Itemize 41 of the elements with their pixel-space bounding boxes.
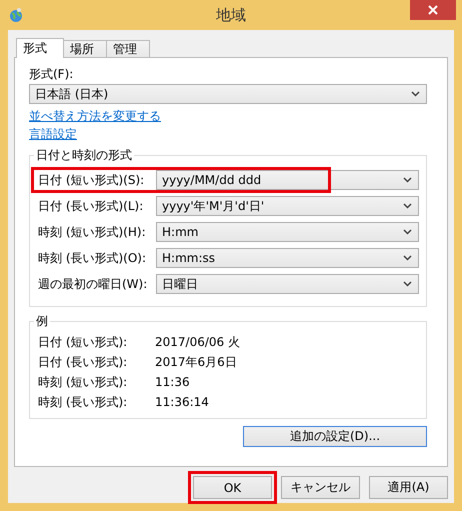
dialog-button[interactable]: キャンセル [281,476,360,499]
example-value: 2017年6月6日 [155,354,237,370]
dialog-button[interactable]: OK [193,476,272,499]
chevron-down-icon [403,255,412,261]
field-label: 時刻 (短い形式)(H): [38,224,147,240]
tab[interactable]: 管理 [106,40,150,57]
group-title: 日付と時刻の形式 [35,147,133,164]
format-dropdown[interactable]: H:mm:ss [156,248,419,268]
example-label: 日付 (長い形式): [38,354,128,370]
window-title: 地域 [216,6,247,24]
chevron-down-icon [411,91,420,97]
example-value: 11:36:14 [155,395,209,409]
format-dropdown[interactable]: yyyy'年'M'月'd'日' [156,196,419,216]
close-button[interactable] [410,0,456,20]
format-dropdown[interactable]: H:mm [156,222,419,242]
example-value: 11:36 [155,375,190,389]
example-value: 2017/06/06 火 [155,334,240,350]
link[interactable]: 並べ替え方法を変更する [29,107,161,125]
example-label: 日付 (短い形式): [38,334,128,350]
group-title: 例 [35,313,49,330]
example-label: 時刻 (短い形式): [38,374,128,390]
globe-icon [8,7,24,23]
chevron-down-icon [403,281,412,287]
close-icon [428,5,438,15]
field-label: 日付 (長い形式)(L): [38,198,144,214]
format-dropdown[interactable]: 日曜日 [156,274,419,294]
example-label: 時刻 (長い形式): [38,394,128,410]
tab[interactable]: 形式 [16,38,64,58]
field-label: 日付 (短い形式)(S): [38,172,146,188]
format-dropdown[interactable]: 日本語 (日本) [29,84,427,104]
field-label: 形式(F): [29,66,74,82]
chevron-down-icon [403,177,412,183]
chevron-down-icon [403,203,412,209]
field-label: 週の最初の曜日(W): [38,276,148,292]
dialog-button[interactable]: 適用(A) [369,476,448,499]
link[interactable]: 言語設定 [29,125,77,143]
format-dropdown[interactable]: yyyy/MM/dd ddd [156,170,419,190]
chevron-down-icon [403,229,412,235]
tab[interactable]: 場所 [63,40,107,57]
field-label: 時刻 (長い形式)(O): [38,250,148,266]
additional-settings-button[interactable]: 追加の設定(D)... [243,426,427,447]
